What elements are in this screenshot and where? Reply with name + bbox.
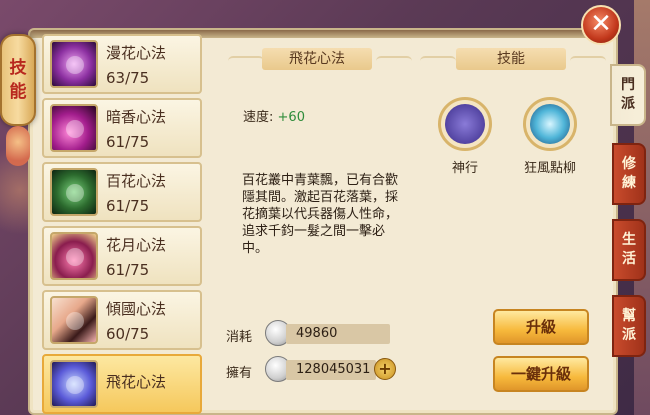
add-currency-button[interactable]: + (374, 358, 396, 380)
boots-icon (445, 104, 485, 144)
skill-name: 花月心法 (106, 235, 167, 254)
tab-char: 門 (621, 77, 635, 93)
tab-char: 生 (622, 232, 636, 248)
skill-level: 60/75 (106, 324, 150, 343)
skill-item-feihua[interactable]: 飛花心法 (42, 354, 202, 414)
skill-item-huayue[interactable]: 花月心法 61/75 (42, 226, 202, 286)
skill-name: 暗香心法 (106, 107, 167, 126)
banner-char-1: 技 (9, 58, 27, 78)
blue-mist-icon (50, 360, 98, 408)
one-click-upgrade-button[interactable]: 一鍵升級 (493, 356, 589, 392)
tab-sect[interactable]: 門 派 (610, 64, 646, 126)
flower-swirl-icon (50, 40, 98, 88)
own-value: 128045031 (286, 360, 376, 380)
whirlwind-icon (530, 104, 570, 144)
own-label: 擁有 (226, 366, 253, 381)
abilities-wing-left (420, 56, 456, 66)
upgrade-button[interactable]: 升級 (493, 309, 589, 345)
close-button[interactable]: ✕ (581, 5, 621, 45)
skill-name: 飛花心法 (106, 372, 167, 391)
ability-shenxing[interactable]: 神行 (437, 97, 493, 176)
skill-description: 百花叢中青葉飄，已有合歡隱其間。激起百花落葉，採花摘葉以代兵器傷人性命，追求千鈞… (242, 173, 399, 256)
skill-item-baihua[interactable]: 百花心法 61/75 (42, 162, 202, 222)
speed-label: 速度: (243, 110, 274, 125)
ability-frame (438, 97, 492, 151)
title-wing-right (376, 56, 412, 66)
detail-title: 飛花心法 (262, 48, 372, 70)
tab-char: 活 (622, 251, 636, 267)
skill-item-manhua[interactable]: 漫花心法 63/75 (42, 34, 202, 94)
ability-label: 神行 (451, 161, 478, 176)
banner-char-2: 能 (9, 82, 27, 102)
ability-frame (523, 97, 577, 151)
skill-level: 61/75 (106, 260, 150, 279)
skill-list: 漫花心法 63/75 暗香心法 61/75 百花心法 61/75 花月心法 61… (42, 34, 204, 415)
skill-level: 61/75 (106, 132, 150, 151)
abilities-title: 技能 (456, 48, 566, 70)
moon-rose-icon (50, 232, 98, 280)
skill-level: 63/75 (106, 68, 150, 87)
speed-stat: 速度: +60 (243, 106, 305, 125)
tab-char: 派 (621, 96, 635, 112)
tab-life[interactable]: 生 活 (612, 219, 646, 281)
tab-char: 幫 (622, 308, 636, 324)
green-hand-icon (50, 168, 98, 216)
consume-value: 49860 (286, 324, 390, 344)
skill-level: 61/75 (106, 196, 150, 215)
tab-char: 派 (622, 327, 636, 343)
beauty-portrait-icon (50, 296, 98, 344)
tab-char: 修 (622, 156, 636, 172)
ability-kuangfeng[interactable]: 狂風點柳 (522, 97, 578, 176)
abilities-wing-right (570, 56, 606, 66)
ability-label: 狂風點柳 (523, 161, 576, 176)
tab-guild[interactable]: 幫 派 (612, 295, 646, 357)
consume-label: 消耗 (226, 330, 253, 345)
skill-name: 漫花心法 (106, 43, 167, 62)
tab-char: 練 (622, 175, 636, 191)
title-wing-left (228, 56, 264, 66)
lantern-decoration (6, 126, 30, 166)
skill-name: 百花心法 (106, 171, 167, 190)
speed-value: +60 (277, 110, 305, 125)
tab-cultivation[interactable]: 修 練 (612, 143, 646, 205)
skill-category-banner: 技 能 (0, 34, 36, 126)
skill-item-qingguo[interactable]: 傾國心法 60/75 (42, 290, 202, 350)
pink-wave-icon (50, 104, 98, 152)
skill-name: 傾國心法 (106, 299, 167, 318)
skill-item-anxiang[interactable]: 暗香心法 61/75 (42, 98, 202, 158)
